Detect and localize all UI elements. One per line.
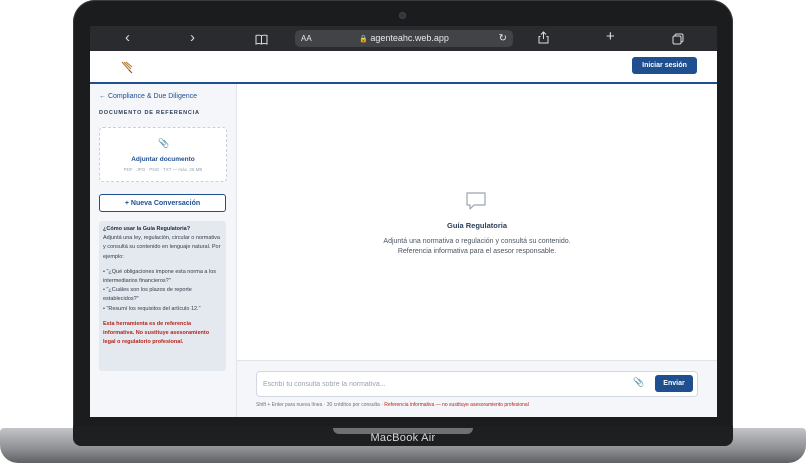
help-body: Adjuntá una ley, regulación, circular o … bbox=[103, 235, 221, 260]
browser-toolbar: ‹ › AA 🔒 agenteahc.web.app ↻ + bbox=[90, 26, 717, 51]
back-link[interactable]: ← Compliance & Due Diligence bbox=[99, 93, 197, 100]
new-conversation-button[interactable]: + Nueva Conversación bbox=[99, 194, 226, 212]
query-input[interactable] bbox=[263, 376, 623, 392]
help-panel: ¿Cómo usar la Guía Regulatoria? Adjuntá … bbox=[99, 221, 226, 371]
upload-title[interactable]: Adjuntar documento bbox=[100, 156, 226, 163]
shortcut-hint: Shift + Enter para nueva línea bbox=[256, 402, 323, 408]
url-text: agenteahc.web.app bbox=[370, 33, 449, 43]
example-list: • "¿Qué obligaciones impone esta norma a… bbox=[103, 268, 222, 314]
share-icon[interactable] bbox=[538, 31, 549, 49]
upload-dropzone[interactable]: 📎 Adjuntar documento PDF · JPG · PNG · T… bbox=[99, 127, 227, 182]
empty-state-title: Guía Regulatoria bbox=[446, 221, 507, 230]
hint-separator: · bbox=[323, 402, 326, 408]
address-url: 🔒 agenteahc.web.app bbox=[295, 30, 513, 48]
book-icon[interactable] bbox=[255, 32, 268, 50]
app-header: Iniciar sesión bbox=[90, 51, 717, 84]
chevron-left-icon[interactable]: ‹ bbox=[125, 30, 130, 46]
app-logo[interactable] bbox=[120, 60, 134, 74]
tabs-icon[interactable] bbox=[672, 32, 684, 50]
warning-text: Esta herramienta es de referencia inform… bbox=[103, 320, 210, 346]
empty-state-line: Referencia informativa para el asesor re… bbox=[397, 248, 557, 255]
help-title: ¿Cómo usar la Guía Regulatoria? bbox=[103, 226, 191, 232]
reload-icon[interactable]: ↻ bbox=[499, 30, 507, 47]
composer-area: 📎 Enviar Shift + Enter para nueva línea … bbox=[237, 360, 717, 417]
example-item: • "Resumí los requisitos del artículo 12… bbox=[103, 305, 201, 312]
chat-bubble-icon bbox=[466, 192, 486, 210]
camera-icon bbox=[400, 13, 405, 18]
screen: ‹ › AA 🔒 agenteahc.web.app ↻ + Iniciar s… bbox=[90, 26, 717, 417]
empty-state-subtitle: Adjuntá una normativa o regulación y con… bbox=[237, 237, 717, 257]
section-title: DOCUMENTO DE REFERENCIA bbox=[99, 110, 200, 116]
lock-icon: 🔒 bbox=[359, 36, 368, 43]
example-item: • "¿Qué obligaciones impone esta norma a… bbox=[103, 268, 217, 285]
paperclip-icon: 📎 bbox=[158, 138, 170, 148]
login-button[interactable]: Iniciar sesión bbox=[632, 57, 697, 74]
address-bar[interactable]: AA 🔒 agenteahc.web.app ↻ bbox=[295, 30, 513, 47]
main-panel: Guía Regulatoria Adjuntá una normativa o… bbox=[237, 84, 717, 417]
hint-separator: · bbox=[381, 402, 383, 408]
send-button[interactable]: Enviar bbox=[655, 375, 693, 392]
plus-icon[interactable]: + bbox=[606, 29, 615, 45]
credits-hint: 30 créditos por consulta bbox=[326, 402, 380, 408]
disclaimer-hint: Referencia informativa — no sustituye as… bbox=[384, 402, 529, 408]
attach-icon[interactable]: 📎 bbox=[633, 377, 644, 388]
device-brand: MacBook Air bbox=[370, 432, 436, 444]
sidebar: ← Compliance & Due Diligence DOCUMENTO D… bbox=[90, 84, 237, 417]
example-item: • "¿Cuáles son los plazos de reporte est… bbox=[103, 287, 192, 303]
empty-state-line: Adjuntá una normativa o regulación y con… bbox=[383, 238, 571, 245]
chevron-right-icon[interactable]: › bbox=[190, 30, 195, 46]
composer-hint: Shift + Enter para nueva línea · 30 créd… bbox=[256, 402, 529, 408]
composer: 📎 Enviar bbox=[256, 371, 698, 397]
upload-hint: PDF · JPG · PNG · TXT — máx. 25 MB bbox=[123, 167, 203, 172]
